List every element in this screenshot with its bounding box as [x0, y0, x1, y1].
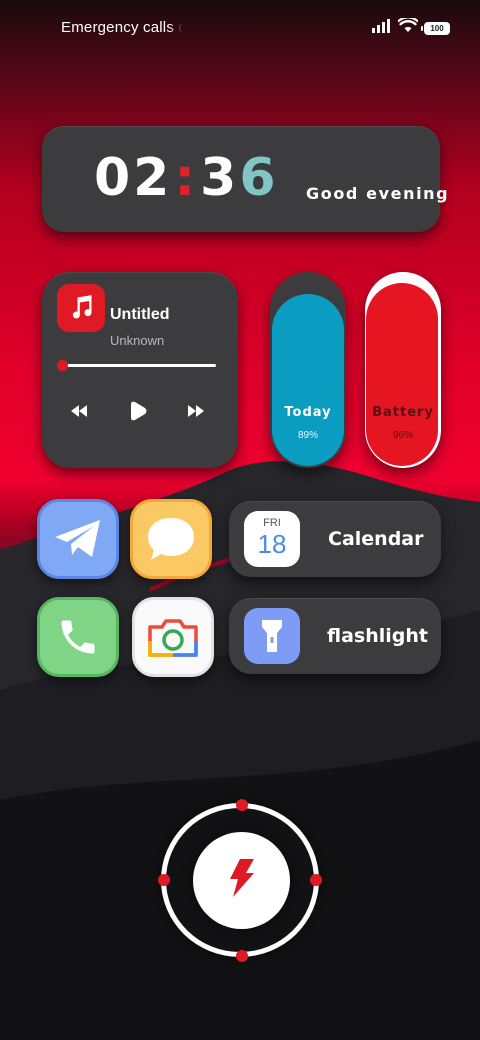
carrier-status-text: Emergency calls only	[61, 19, 183, 36]
today-value: 89%	[297, 430, 318, 441]
ring-dot-right	[310, 874, 322, 886]
phone-icon[interactable]	[37, 597, 119, 677]
ring-dot-left	[158, 874, 170, 886]
today-label: Today	[284, 405, 332, 420]
battery-value: 96%	[392, 430, 413, 441]
battery-level: 100	[430, 23, 444, 33]
play-icon[interactable]	[127, 400, 149, 422]
clock-minute-first: 3	[200, 148, 240, 208]
previous-icon[interactable]	[68, 400, 90, 422]
next-icon[interactable]	[185, 400, 207, 422]
music-title: Untitled	[110, 306, 170, 323]
battery-icon: 100	[421, 21, 450, 35]
lightning-button[interactable]	[193, 832, 290, 929]
ring-dot-top	[236, 799, 248, 811]
camera-icon[interactable]	[132, 597, 214, 677]
messages-icon[interactable]	[130, 499, 212, 579]
music-note-icon[interactable]	[57, 284, 105, 332]
clock-separator: :	[174, 148, 199, 208]
status-bar: Emergency calls only 100	[0, 0, 480, 56]
lightning-icon	[227, 858, 257, 903]
music-progress-bar[interactable]	[62, 364, 216, 367]
music-artist: Unknown	[110, 333, 165, 348]
telegram-icon[interactable]	[37, 499, 119, 579]
ring-dot-bottom	[236, 950, 248, 962]
calendar-label: Calendar	[328, 528, 424, 550]
music-progress-handle[interactable]	[57, 360, 68, 371]
flashlight-label: flashlight	[327, 625, 428, 647]
flashlight-icon[interactable]	[244, 608, 300, 664]
greeting-text: Good evening	[306, 184, 450, 203]
calendar-icon[interactable]: FRI 18	[244, 511, 300, 567]
wifi-icon	[397, 16, 419, 38]
clock-minute-last: 6	[239, 148, 279, 208]
calendar-day: FRI	[263, 517, 281, 529]
signal-icon	[372, 18, 392, 38]
clock-hour: 02	[94, 148, 173, 208]
status-icons: 100	[372, 16, 450, 38]
battery-label: Battery	[372, 405, 434, 420]
calendar-date: 18	[257, 529, 287, 559]
clock-time: 02:36	[94, 148, 279, 208]
